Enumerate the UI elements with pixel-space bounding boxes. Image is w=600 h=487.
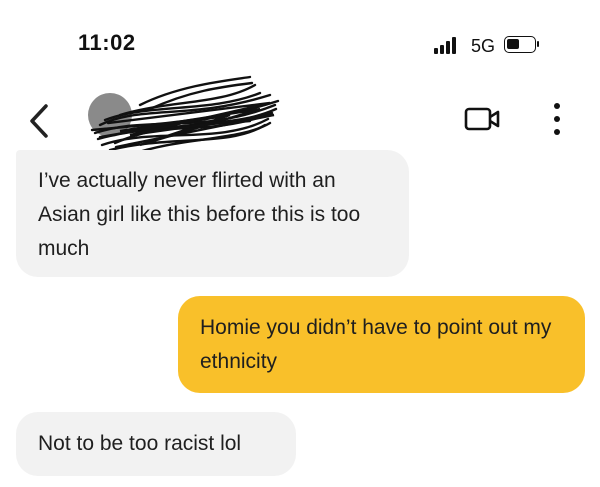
video-call-button[interactable] xyxy=(464,105,504,135)
chat-header xyxy=(0,75,600,157)
battery-icon xyxy=(504,36,539,53)
chevron-left-icon xyxy=(30,104,48,138)
signal-icon xyxy=(434,36,464,54)
status-time: 11:02 xyxy=(78,30,136,55)
video-camera-icon xyxy=(464,107,500,131)
network-type: 5G xyxy=(471,36,496,56)
message-incoming: Not to be too racist lol xyxy=(16,412,296,476)
more-options-button[interactable] xyxy=(548,99,568,139)
message-outgoing: Homie you didn’t have to point out my et… xyxy=(178,296,585,393)
message-incoming: I’ve actually never flirted with an Asia… xyxy=(16,150,409,277)
back-button[interactable] xyxy=(24,100,54,140)
status-bar: 11:02 5G xyxy=(0,0,600,60)
